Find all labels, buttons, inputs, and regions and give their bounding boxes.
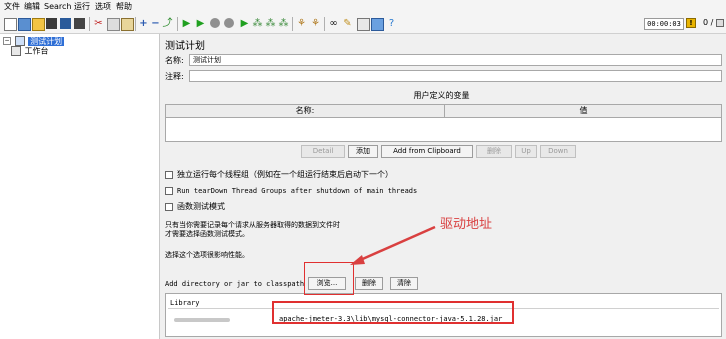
annotation-arrow xyxy=(350,225,436,265)
arrow-shaft xyxy=(357,225,436,263)
arrow-head xyxy=(350,255,365,265)
